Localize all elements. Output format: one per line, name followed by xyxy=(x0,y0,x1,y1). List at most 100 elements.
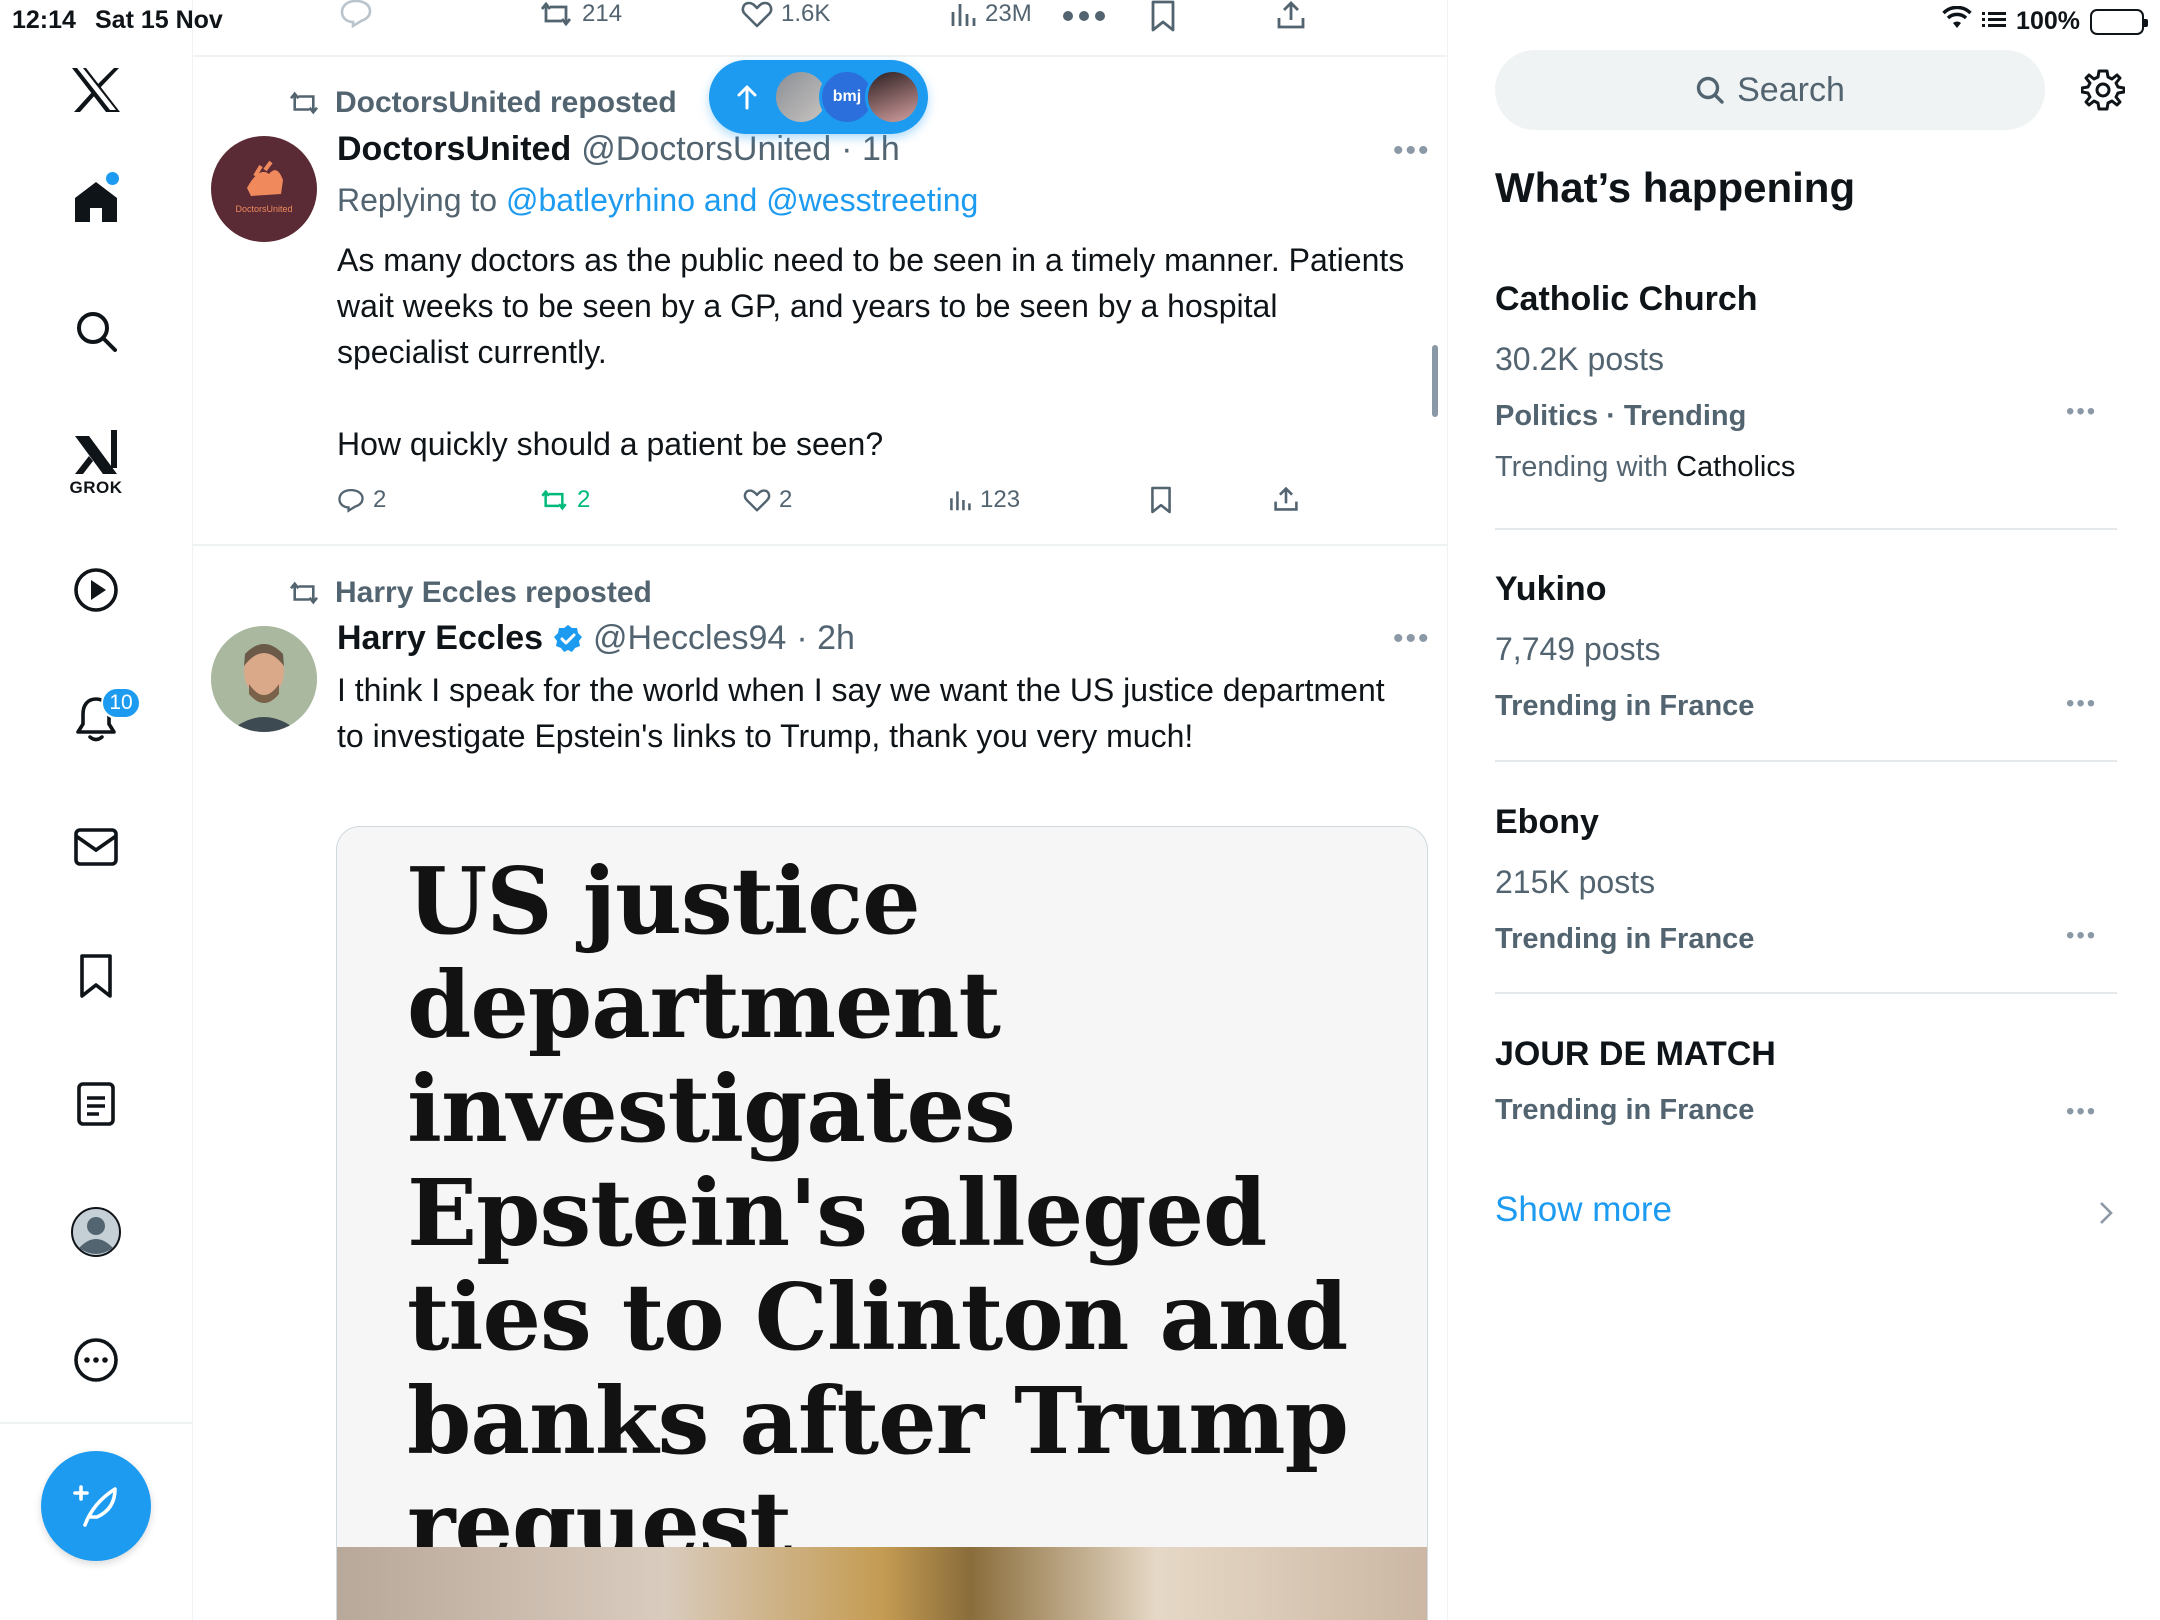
tweet1-handle[interactable]: @DoctorsUnited xyxy=(581,130,831,169)
repost-icon xyxy=(540,1,572,27)
tweet1-like-action[interactable]: 2 xyxy=(743,486,792,514)
tweet1-bookmark-icon[interactable] xyxy=(1149,486,1173,519)
trend-more-icon[interactable]: ••• xyxy=(2066,690,2097,718)
tweet2-card-photo xyxy=(337,1547,1427,1620)
tweet1-display-name[interactable]: DoctorsUnited xyxy=(337,130,571,169)
reply-bubble-icon xyxy=(338,488,364,513)
trend-title: JOUR DE MATCH xyxy=(1495,1035,1776,1073)
top-views-action[interactable]: 23M xyxy=(949,0,1032,28)
trend-more-icon[interactable]: ••• xyxy=(2066,922,2097,950)
top-more-dots-icon[interactable] xyxy=(1061,6,1107,31)
more-menu-icon[interactable] xyxy=(64,1328,128,1392)
trend-item[interactable]: Yukino 7,749 posts Trending in France xyxy=(1495,570,2117,723)
tweet1-reply-action[interactable]: 2 xyxy=(337,486,386,514)
tweet1-time[interactable]: · 1h xyxy=(841,130,900,169)
settings-gear-icon[interactable] xyxy=(2080,68,2126,117)
chevron-right-icon[interactable] xyxy=(2098,1200,2114,1231)
search-placeholder: Search xyxy=(1737,70,1845,109)
tweet1-repost-action[interactable]: 2 xyxy=(539,486,590,514)
trend-separator xyxy=(1495,528,2117,530)
new-post-avatar xyxy=(865,69,921,125)
top-bookmark-icon[interactable] xyxy=(1149,0,1177,37)
tweet1-name-line: DoctorsUnited @DoctorsUnited · 1h xyxy=(337,130,900,169)
trend-with-prefix: Trending with xyxy=(1495,451,1677,483)
trend-item[interactable]: Catholic Church 30.2K posts Politics · T… xyxy=(1495,280,2117,484)
show-more-link[interactable]: Show more xyxy=(1495,1190,1672,1230)
feed-scrollbar[interactable] xyxy=(1432,345,1438,417)
tweet2-link-card[interactable]: US justice department investigates Epste… xyxy=(336,826,1428,1620)
tweet1-text: As many doctors as the public need to be… xyxy=(337,242,1405,462)
tweet2-repost-line: Harry Eccles reposted xyxy=(287,576,652,610)
trend-item[interactable]: Ebony 215K posts Trending in France xyxy=(1495,803,2117,956)
arrow-up-icon xyxy=(737,85,757,110)
top-repost-count: 214 xyxy=(582,0,623,27)
tweet2-display-name[interactable]: Harry Eccles xyxy=(337,619,543,658)
search-icon xyxy=(1696,76,1724,104)
trend-with-topic[interactable]: Catholics xyxy=(1676,451,1795,483)
repost-icon xyxy=(541,489,567,511)
tweet2-text: I think I speak for the world when I say… xyxy=(337,672,1385,754)
trend-more-icon[interactable]: ••• xyxy=(2066,398,2097,426)
views-chart-icon xyxy=(950,491,971,511)
home-unread-dot xyxy=(106,172,119,185)
compose-post-button[interactable] xyxy=(41,1451,151,1561)
trend-title: Ebony xyxy=(1495,803,1599,841)
top-reply-action[interactable] xyxy=(339,0,373,28)
search-icon[interactable] xyxy=(64,299,128,363)
trend-with: Trending with Catholics xyxy=(1495,451,2117,484)
tweet2-avatar[interactable] xyxy=(211,626,317,732)
repost-icon xyxy=(289,581,319,605)
x-logo-icon[interactable] xyxy=(64,58,128,122)
tweet1-repost-count: 2 xyxy=(577,486,591,513)
top-views-count: 23M xyxy=(985,0,1032,27)
grok-icon[interactable] xyxy=(64,420,128,484)
whats-happening-title: What’s happening xyxy=(1495,164,1856,211)
trend-posts: 30.2K posts xyxy=(1495,341,1664,377)
wifi-icon xyxy=(1942,5,1972,37)
trend-posts: 215K posts xyxy=(1495,864,1656,900)
bookmarks-icon[interactable] xyxy=(64,944,128,1008)
top-like-count: 1.6K xyxy=(781,0,831,27)
tweet2-more-options-icon[interactable]: ••• xyxy=(1393,622,1431,656)
grok-label: GROK xyxy=(69,478,123,497)
battery-icon xyxy=(2090,8,2148,35)
trend-context: Trending in France xyxy=(1495,923,1755,955)
tweet1-repost-line: DoctorsUnited reposted xyxy=(287,86,677,120)
top-repost-action[interactable]: 214 xyxy=(538,0,622,28)
tweet1-views-count: 123 xyxy=(980,486,1021,513)
tweet-divider xyxy=(193,544,1447,546)
tweet-divider xyxy=(193,55,1447,57)
tweet2-name-line: Harry Eccles @Heccles94 · 2h xyxy=(337,619,855,658)
tweet1-more-options-icon[interactable]: ••• xyxy=(1393,134,1431,168)
profile-avatar-icon[interactable] xyxy=(64,1200,128,1264)
orientation-lock-icon xyxy=(1982,7,2007,36)
top-share-icon[interactable] xyxy=(1276,0,1306,35)
verified-badge-icon xyxy=(554,624,583,652)
trend-context: Trending in France xyxy=(1495,690,1755,722)
tweet1-share-icon[interactable] xyxy=(1273,486,1299,517)
trend-more-icon[interactable]: ••• xyxy=(2066,1098,2097,1126)
tweet2-handle[interactable]: @Heccles94 xyxy=(593,619,786,658)
heart-icon xyxy=(743,489,771,512)
trend-item[interactable]: JOUR DE MATCH Trending in France xyxy=(1495,1035,2117,1127)
tweet1-reply-prefix: Replying to xyxy=(337,182,506,218)
trend-context: Politics · Trending xyxy=(1495,400,1747,432)
lists-icon[interactable] xyxy=(64,1072,128,1136)
search-input[interactable]: Search xyxy=(1495,50,2045,130)
tweet2-time[interactable]: · 2h xyxy=(796,619,855,658)
messages-envelope-icon[interactable] xyxy=(64,815,128,879)
trend-title: Yukino xyxy=(1495,570,1607,608)
new-posts-pill[interactable]: bmj xyxy=(709,60,928,134)
tweet2-repost-by: Harry Eccles reposted xyxy=(335,576,652,609)
top-like-action[interactable]: 1.6K xyxy=(741,0,830,28)
trend-title: Catholic Church xyxy=(1495,280,1758,318)
status-right: 100% xyxy=(1942,5,2148,37)
nav-separator xyxy=(0,1422,193,1424)
tweet1-reply-targets[interactable]: @batleyrhino and @wesstreeting xyxy=(506,182,978,218)
tweet1-views-action[interactable]: 123 xyxy=(948,486,1020,514)
trend-separator xyxy=(1495,760,2117,762)
tweet1-avatar[interactable]: DoctorsUnited xyxy=(211,136,317,242)
tweet2-card-headline: US justice department investigates Epste… xyxy=(407,847,1349,1579)
trend-posts: 7,749 posts xyxy=(1495,631,1661,667)
video-play-icon[interactable] xyxy=(64,558,128,622)
